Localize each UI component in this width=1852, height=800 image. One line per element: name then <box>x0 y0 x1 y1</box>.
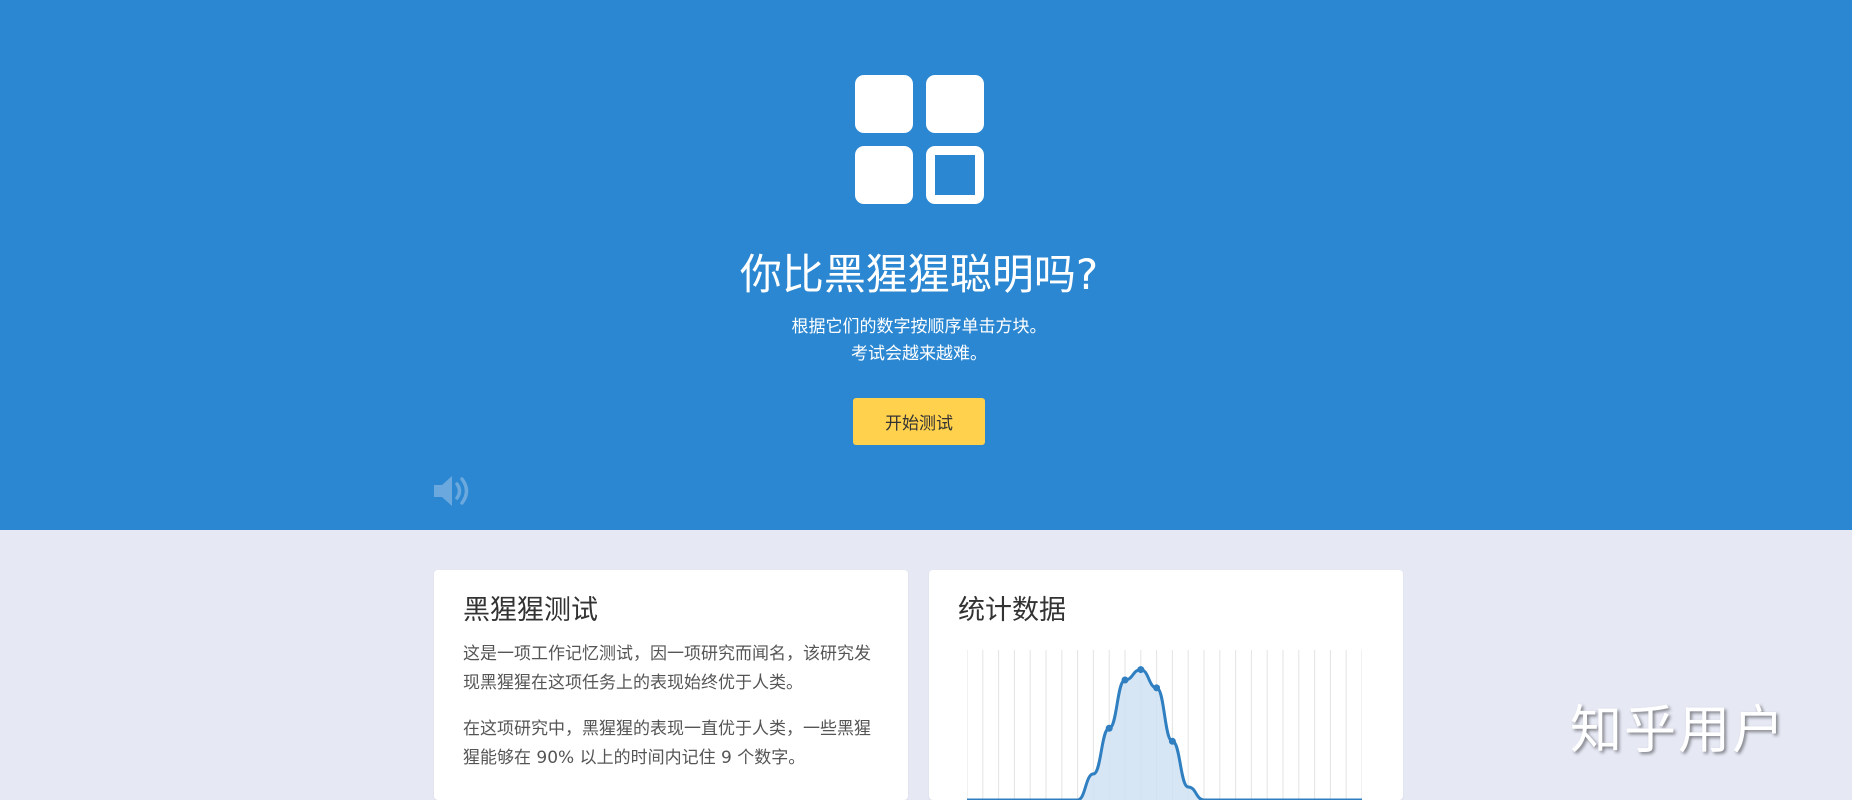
chart-area-fill <box>967 669 1362 800</box>
info-card: 黑猩猩测试 这是一项工作记忆测试，因一项研究而闻名，该研究发现黑猩猩在这项任务上… <box>434 570 908 800</box>
chart-point <box>1153 684 1161 692</box>
subtitle-line: 考试会越来越难。 <box>851 344 987 364</box>
stats-card-title: 统计数据 <box>958 595 1066 626</box>
info-paragraph: 在这项研究中，黑猩猩的表现一直优于人类，一些黑猩猩能够在 90% 以上的时间内记… <box>463 719 871 768</box>
watermark-text: 知乎用户 <box>1570 701 1787 761</box>
chart-point <box>1105 724 1113 732</box>
stats-card: 统计数据 <box>929 570 1403 800</box>
logo-square-outline <box>926 146 984 204</box>
page-title: 你比黑猩猩聪明吗? <box>739 250 1099 299</box>
grid-squares-icon <box>855 75 984 204</box>
speaker-volume-icon[interactable] <box>432 473 476 509</box>
info-card-title: 黑猩猩测试 <box>463 595 598 626</box>
logo-square <box>855 146 913 204</box>
logo-square <box>855 75 913 133</box>
chart-point <box>1137 666 1145 674</box>
page-subtitle: 根据它们的数字按顺序单击方块。 考试会越来越难。 <box>0 314 1838 368</box>
stats-distribution-chart <box>967 650 1362 800</box>
subtitle-line: 根据它们的数字按顺序单击方块。 <box>791 317 1047 337</box>
info-paragraph: 这是一项工作记忆测试，因一项研究而闻名，该研究发现黑猩猩在这项任务上的表现始终优… <box>463 644 871 693</box>
logo-square <box>926 75 984 133</box>
hero-banner: 你比黑猩猩聪明吗? 根据它们的数字按顺序单击方块。 考试会越来越难。 开始测试 <box>0 0 1852 530</box>
start-test-button[interactable]: 开始测试 <box>853 398 985 445</box>
chart-point <box>1168 737 1176 745</box>
chart-point <box>1121 676 1129 684</box>
